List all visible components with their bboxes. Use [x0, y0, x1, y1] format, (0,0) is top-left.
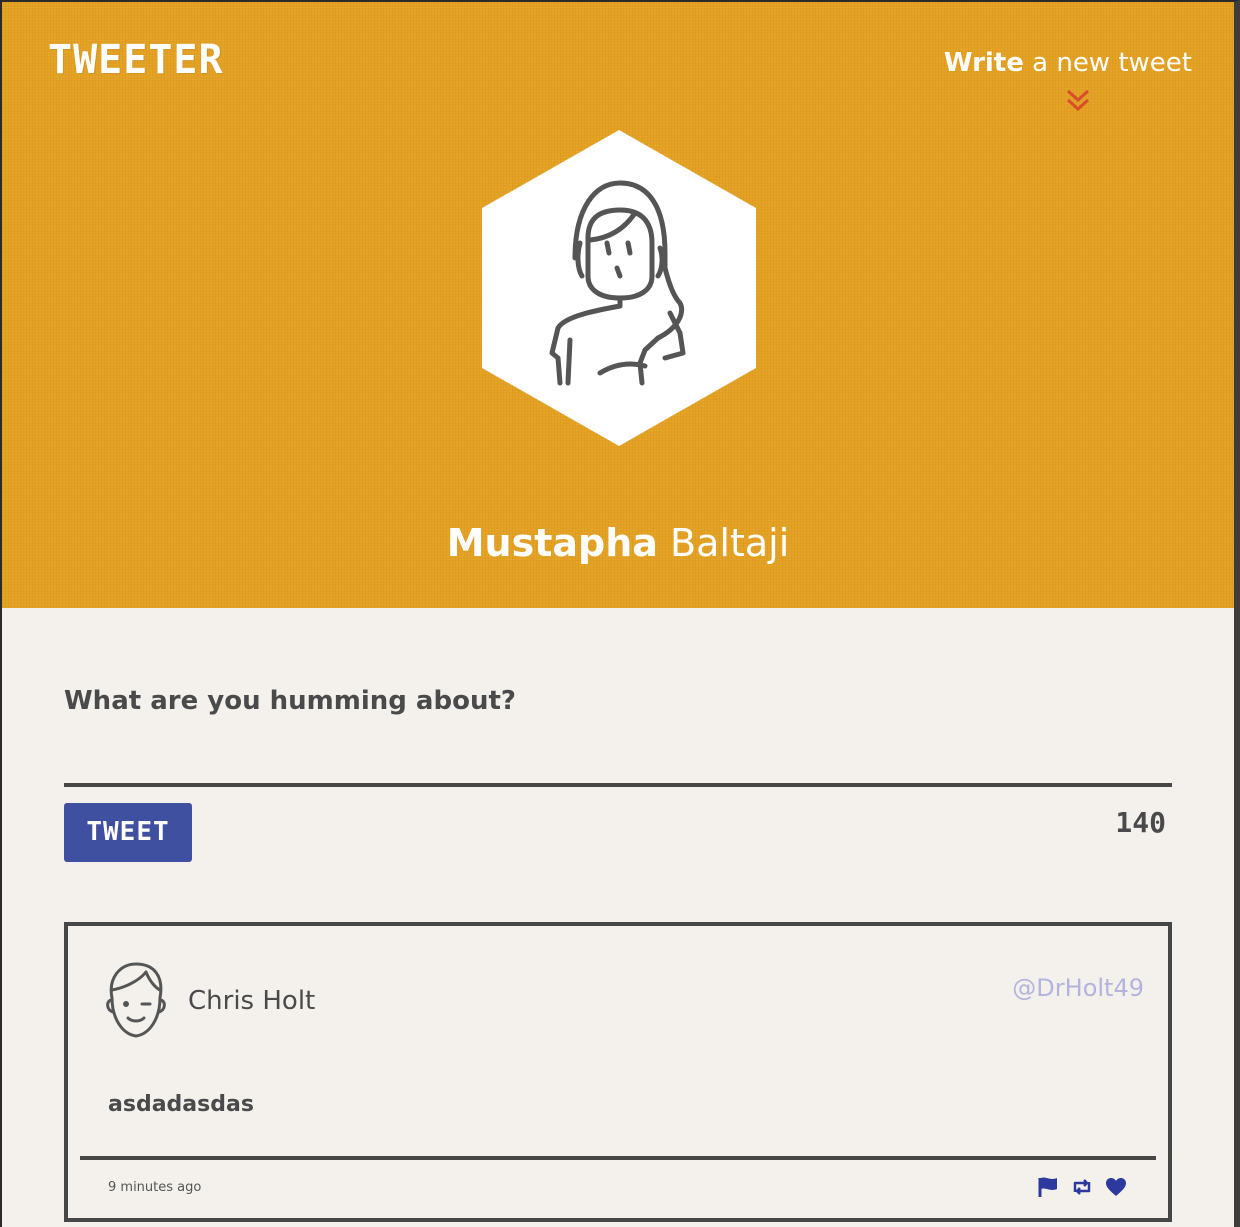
composer-label: What are you humming about? — [64, 686, 516, 716]
write-new-tweet-strong: Write — [943, 48, 1024, 78]
tweet-author[interactable]: Chris Holt — [188, 986, 315, 1016]
user-avatar-icon — [106, 962, 166, 1038]
flag-icon[interactable] — [1036, 1176, 1060, 1198]
profile-header: TWEETER Write a new tweet Mustapha Balta… — [2, 2, 1234, 608]
write-new-tweet-link[interactable]: Write a new tweet — [944, 50, 1192, 76]
tweet-input[interactable] — [64, 730, 1176, 784]
retweet-icon[interactable] — [1070, 1176, 1094, 1198]
app-window: TWEETER Write a new tweet Mustapha Balta… — [0, 0, 1240, 1227]
char-counter: 140 — [1115, 806, 1166, 839]
tweet-divider — [80, 1156, 1156, 1160]
app-logo[interactable]: TWEETER — [48, 40, 224, 80]
tweet-timestamp: 9 minutes ago — [108, 1180, 202, 1195]
heart-icon[interactable] — [1104, 1176, 1128, 1198]
double-chevron-down-icon[interactable] — [1066, 88, 1090, 114]
tweet-handle[interactable]: @DrHolt49 — [1012, 974, 1144, 1002]
tweet-button[interactable]: TWEET — [64, 803, 192, 862]
profile-first-name: Mustapha — [446, 521, 658, 565]
tweet-actions — [1036, 1176, 1128, 1198]
profile-last-name: Baltaji — [670, 521, 790, 565]
tweet-card: Chris Holt @DrHolt49 asdadasdas 9 minute… — [64, 922, 1172, 1222]
profile-avatar — [482, 130, 756, 446]
profile-name: Mustapha Baltaji — [2, 524, 1234, 562]
composer-divider — [64, 783, 1172, 787]
tweet-body: asdadasdas — [108, 1092, 254, 1117]
write-new-tweet-rest: a new tweet — [1023, 48, 1192, 78]
